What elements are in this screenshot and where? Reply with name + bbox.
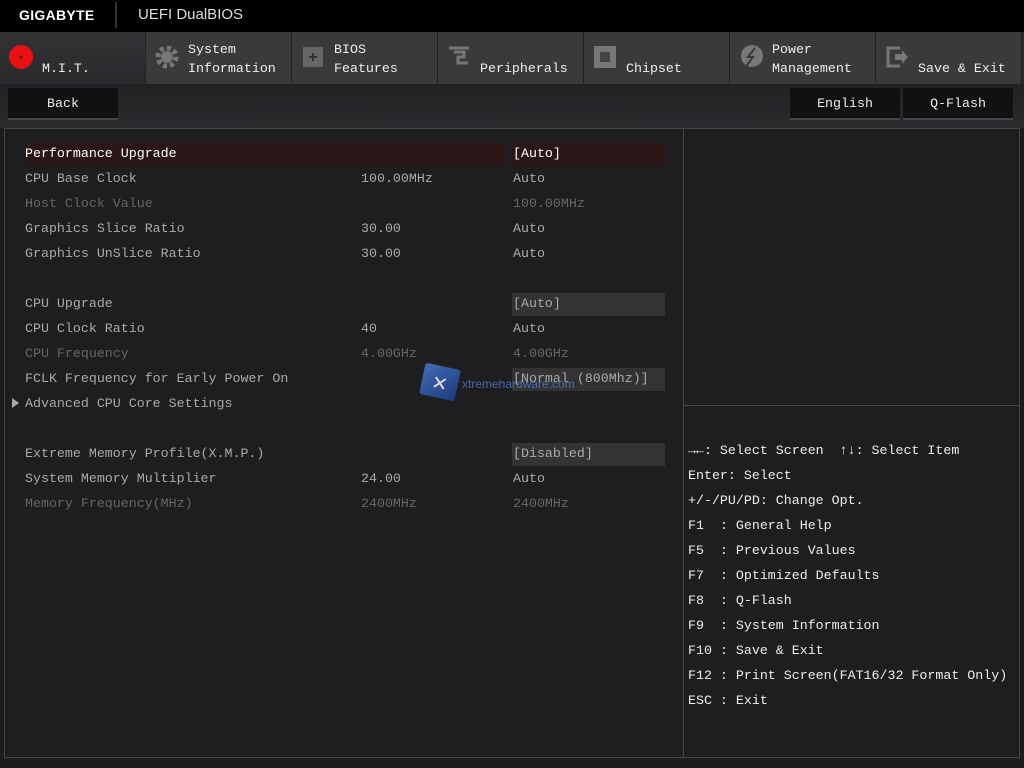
divider [684,405,1020,406]
help-line: ESC : Exit [688,693,768,708]
back-button[interactable]: Back [8,88,118,120]
setting-value[interactable]: Auto [513,171,545,186]
help-line: Enter: Select [688,468,792,483]
q-flash-button[interactable]: Q-Flash [903,88,1013,120]
setting-row[interactable]: CPU Upgrade [Auto] [25,293,665,316]
tab-label-line1: System [188,42,236,57]
title-bar: GIGABYTE UEFI DualBIOS [0,0,1024,32]
setting-row: CPU Frequency 4.00GHz 4.00GHz [25,343,665,365]
setting-value: 100.00MHz [513,196,585,211]
help-panel: →←: Select Screen ↑↓: Select Item Enter: … [684,128,1020,758]
setting-label: Graphics UnSlice Ratio [25,246,201,261]
setting-row[interactable]: CPU Base Clock 100.00MHz Auto [25,168,665,190]
help-line: F8 : Q-Flash [688,593,792,608]
gigabyte-logo: GIGABYTE [19,7,95,23]
setting-row[interactable]: Performance Upgrade [Auto] [25,143,665,166]
tab-information[interactable]: System Information [146,32,292,84]
setting-label: CPU Upgrade [25,296,113,311]
help-line: F5 : Previous Values [688,543,856,558]
tab-management[interactable]: Power Management [730,32,876,84]
setting-label: Memory Frequency(MHz) [25,496,193,511]
mit-dial-icon [8,44,34,70]
setting-label: Advanced CPU Core Settings [25,396,233,411]
language-button[interactable]: English [790,88,900,120]
tab-chipset[interactable]: Chipset [584,32,730,84]
setting-value[interactable]: [Auto] [513,146,561,161]
setting-current-value: 100.00MHz [361,171,433,186]
setting-row[interactable]: Graphics Slice Ratio 30.00 Auto [25,218,665,240]
setting-current-value: 30.00 [361,221,401,236]
setting-label: CPU Frequency [25,346,129,361]
tab-label-line1: Power [772,42,812,57]
submenu-arrow-icon [12,398,19,408]
help-line: +/-/PU/PD: Change Opt. [688,493,864,508]
gear-icon [154,44,180,70]
settings-panel: Performance Upgrade [Auto] CPU Base Clock 1… [4,128,684,758]
chipset-icon [592,44,618,70]
setting-row[interactable]: Extreme Memory Profile(X.M.P.) [Disabled] [25,443,665,466]
setting-label: Graphics Slice Ratio [25,221,185,236]
toolbar: Back English Q-Flash [0,84,1024,128]
setting-value[interactable]: Auto [513,246,545,261]
setting-current-value: 40 [361,321,377,336]
power-bolt-icon [738,44,764,70]
bios-chip-icon [300,44,326,70]
setting-label: Performance Upgrade [25,146,177,161]
help-line: F10 : Save & Exit [688,643,824,658]
setting-current-value: 2400MHz [361,496,417,511]
exit-icon [884,44,910,70]
tab-label-line1: BIOS [334,42,366,57]
setting-current-value: 4.00GHz [361,346,417,361]
tab-save-exit[interactable]: Save & Exit [876,32,1022,84]
tab-m-i-t[interactable]: M.I.T. [0,32,146,84]
setting-row[interactable]: Advanced CPU Core Settings [12,393,665,415]
help-line: F12 : Print Screen(FAT16/32 Format Only) [688,668,1008,683]
setting-row: Memory Frequency(MHz) 2400MHz 2400MHz [25,493,665,515]
help-line: F7 : Optimized Defaults [688,568,880,583]
tab-label-line2: M.I.T. [42,61,90,76]
setting-current-value: 30.00 [361,246,401,261]
setting-row: Host Clock Value 100.00MHz [25,193,665,215]
help-line: →←: Select Screen ↑↓: Select Item [688,443,960,458]
setting-value[interactable]: Auto [513,471,545,486]
tab-label-line2: Features [334,61,398,76]
tab-label-line2: Management [772,61,852,76]
setting-value[interactable]: [Auto] [513,296,561,311]
setting-value[interactable]: Auto [513,321,545,336]
product-title: UEFI DualBIOS [138,6,244,23]
help-line: F1 : General Help [688,518,832,533]
divider [115,2,117,28]
setting-value[interactable]: Auto [513,221,545,236]
setting-current-value: 24.00 [361,471,401,486]
setting-label: System Memory Multiplier [25,471,217,486]
setting-value: 2400MHz [513,496,569,511]
setting-row[interactable]: CPU Clock Ratio 40 Auto [25,318,665,340]
setting-label: FCLK Frequency for Early Power On [25,371,289,386]
setting-value: 4.00GHz [513,346,569,361]
setting-label: CPU Base Clock [25,171,137,186]
setting-label: CPU Clock Ratio [25,321,145,336]
setting-row[interactable]: Graphics UnSlice Ratio 30.00 Auto [25,243,665,265]
watermark-text: xtremehardware.com [462,377,575,391]
tab-features[interactable]: BIOS Features [292,32,438,84]
main-tabs: M.I.T. System Information BIOS Features Perip… [0,32,1024,84]
tab-peripherals[interactable]: Peripherals [438,32,584,84]
tab-label-line2: Save & Exit [918,61,1006,76]
setting-label: Host Clock Value [25,196,153,211]
tab-label-line2: Peripherals [480,61,568,76]
setting-value[interactable]: [Disabled] [513,446,593,461]
setting-label: Extreme Memory Profile(X.M.P.) [25,446,265,461]
tab-label-line2: Chipset [626,61,682,76]
setting-row[interactable]: System Memory Multiplier 24.00 Auto [25,468,665,490]
tab-label-line2: Information [188,61,276,76]
peripherals-icon [446,44,472,70]
help-line: F9 : System Information [688,618,880,633]
